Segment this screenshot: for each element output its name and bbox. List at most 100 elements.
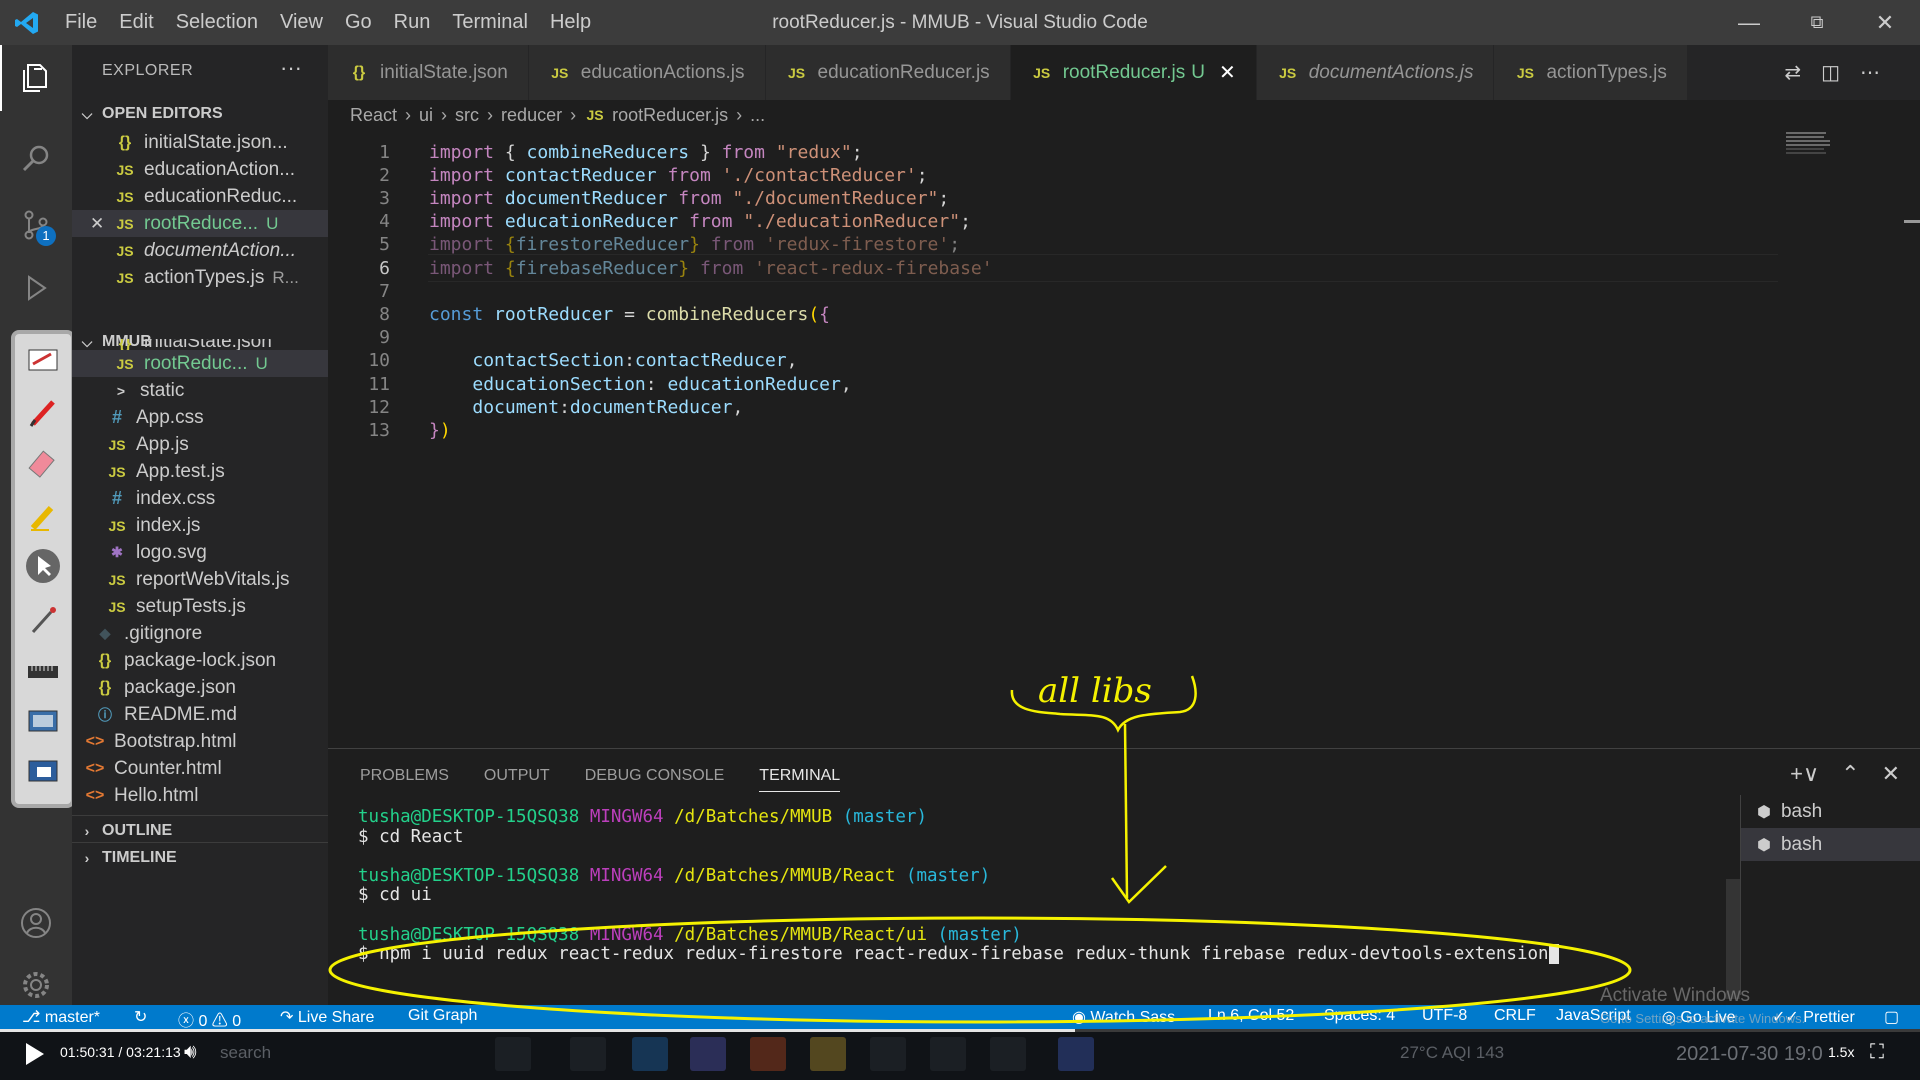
breadcrumb-item[interactable]: React [350,105,397,126]
file-tree-item[interactable]: {} package.json [72,674,328,701]
file-tree-item[interactable]: ⓘ README.md [72,701,328,728]
fullscreen-icon[interactable]: ⛶ [1870,1041,1884,1064]
panel-tab-terminal[interactable]: TERMINAL [759,767,841,792]
branch-status[interactable]: ⎇ master* [22,1007,100,1027]
accounts-icon[interactable] [0,890,72,956]
pointer-icon[interactable] [23,546,63,586]
breadcrumb-item[interactable]: src [455,105,479,126]
close-panel-icon[interactable]: ✕ [1882,761,1900,787]
outline-section[interactable]: › OUTLINE [72,815,328,845]
file-tree-item[interactable]: <> Bootstrap.html [72,728,328,755]
menu-view[interactable]: View [269,11,334,34]
terminal-scrollbar[interactable] [1726,879,1740,999]
brush-icon[interactable] [23,600,63,640]
panel-tab-debug-console[interactable]: DEBUG CONSOLE [585,767,725,792]
new-terminal-icon[interactable]: +∨ [1790,761,1819,787]
breadcrumb-item[interactable]: reducer [501,105,562,126]
file-tree-item[interactable]: JS rootReduc... U [72,350,328,377]
search-icon[interactable] [0,126,72,192]
editor-scrollbar[interactable] [1900,130,1920,745]
open-editor-item[interactable]: {} initialState.json... [72,129,328,156]
progress-track[interactable] [0,1029,1920,1032]
ruler-icon[interactable] [23,652,63,692]
problems-status[interactable]: ⓧ 0 ⚠ 0 [178,1007,241,1029]
close-tab-icon[interactable]: ✕ [1219,60,1236,85]
menu-go[interactable]: Go [334,11,383,34]
menu-file[interactable]: File [54,11,108,34]
file-tree-item[interactable]: JS setupTests.js [72,593,328,620]
open-editor-item[interactable]: JS actionTypes.js R... [72,264,328,291]
restore-button[interactable]: ⧉ [1784,0,1850,45]
menu-selection[interactable]: Selection [165,11,269,34]
notifications-icon[interactable]: ▢ [1884,1007,1899,1027]
tab-rootreducer-js[interactable]: JS rootReducer.js U ✕ [1010,45,1257,100]
playback-speed[interactable]: 1.5x [1828,1044,1854,1060]
screen-capture-icon[interactable] [23,702,63,742]
file-tree-item[interactable]: {} package-lock.json [72,647,328,674]
tab-actiontypes-js[interactable]: JS actionTypes.js [1494,45,1688,100]
panel-tab-output[interactable]: OUTPUT [484,767,550,792]
code-editor[interactable]: 1 import { combineReducers } from "redux"… [328,130,1778,745]
watch-sass-button[interactable]: ◉ Watch Sass [1072,1007,1175,1027]
file-tree-item[interactable]: JS App.test.js [72,458,328,485]
file-tree-item[interactable]: # index.css [72,485,328,512]
open-editor-item[interactable]: JS documentAction... [72,237,328,264]
terminal-instance[interactable]: ⬢ bash [1741,795,1920,828]
terminal-command: $ cd React [358,826,464,847]
breadcrumb-item[interactable]: ... [750,105,765,126]
tab-educationactions-js[interactable]: JS educationActions.js [528,45,766,100]
file-tree-item[interactable]: ◆ .gitignore [72,620,328,647]
source-control-icon[interactable]: 1 [0,192,72,258]
file-tree-item[interactable]: <> Counter.html [72,755,328,782]
screen-share-icon[interactable] [23,752,63,792]
breadcrumb-item[interactable]: rootReducer.js [612,105,728,126]
tab-initialstate-json[interactable]: {} initialState.json [328,45,529,100]
cursor-position[interactable]: Ln 6, Col 52 [1208,1007,1294,1025]
split-editor-icon[interactable]: ◫ [1821,60,1840,85]
file-tree-item[interactable]: <> Hello.html [72,782,328,809]
eraser-icon[interactable] [23,444,63,484]
play-icon[interactable] [22,1040,46,1068]
minimap[interactable] [1786,130,1866,170]
tab-documentactions-js[interactable]: JS documentActions.js [1256,45,1495,100]
encoding[interactable]: UTF-8 [1422,1007,1467,1025]
file-tree-item[interactable]: JS App.js [72,431,328,458]
menu-run[interactable]: Run [383,11,442,34]
maximize-panel-icon[interactable]: ⌃ [1841,761,1859,787]
whiteboard-icon[interactable] [23,340,63,380]
end-of-line[interactable]: CRLF [1494,1007,1536,1025]
menu-terminal[interactable]: Terminal [441,11,539,34]
open-editor-item[interactable]: JS educationReduc... [72,183,328,210]
more-actions-icon[interactable]: ··· [280,55,302,81]
tab-educationreducer-js[interactable]: JS educationReducer.js [765,45,1011,100]
git-graph-button[interactable]: Git Graph [408,1007,477,1025]
file-tree-item[interactable]: ✱ logo.svg [72,539,328,566]
pen-icon[interactable] [23,392,63,432]
file-tree-item[interactable]: > static [72,377,328,404]
close-window-button[interactable]: ✕ [1852,0,1918,45]
sync-icon[interactable]: ↻ [134,1007,147,1027]
explorer-icon[interactable] [0,45,72,111]
run-debug-icon[interactable] [0,255,72,321]
file-tree-item[interactable]: JS index.js [72,512,328,539]
open-editors-section[interactable]: ⌵ OPEN EDITORS [72,99,328,129]
terminal-instance[interactable]: ⬢ bash [1741,828,1920,861]
compare-changes-icon[interactable]: ⇄ [1784,60,1801,85]
line-number: 8 [379,303,390,325]
timeline-section[interactable]: › TIMELINE [72,842,328,872]
menu-edit[interactable]: Edit [108,11,164,34]
volume-icon[interactable]: 🔊︎ [184,1041,197,1064]
indentation[interactable]: Spaces: 4 [1324,1007,1395,1025]
close-icon[interactable]: ✕ [90,214,114,234]
panel-tab-problems[interactable]: PROBLEMS [360,767,449,792]
file-tree-item[interactable]: # App.css [72,404,328,431]
live-share-button[interactable]: ↷ Live Share [280,1007,374,1027]
highlighter-icon[interactable] [23,496,63,536]
menu-help[interactable]: Help [539,11,602,34]
open-editor-item[interactable]: JS educationAction... [72,156,328,183]
more-actions-icon[interactable]: ⋯ [1860,60,1880,85]
file-tree-item[interactable]: JS reportWebVitals.js [72,566,328,593]
open-editor-item[interactable]: ✕ JS rootReduce... U [72,210,328,237]
breadcrumb-item[interactable]: ui [419,105,433,126]
minimize-button[interactable]: ― [1716,0,1782,45]
